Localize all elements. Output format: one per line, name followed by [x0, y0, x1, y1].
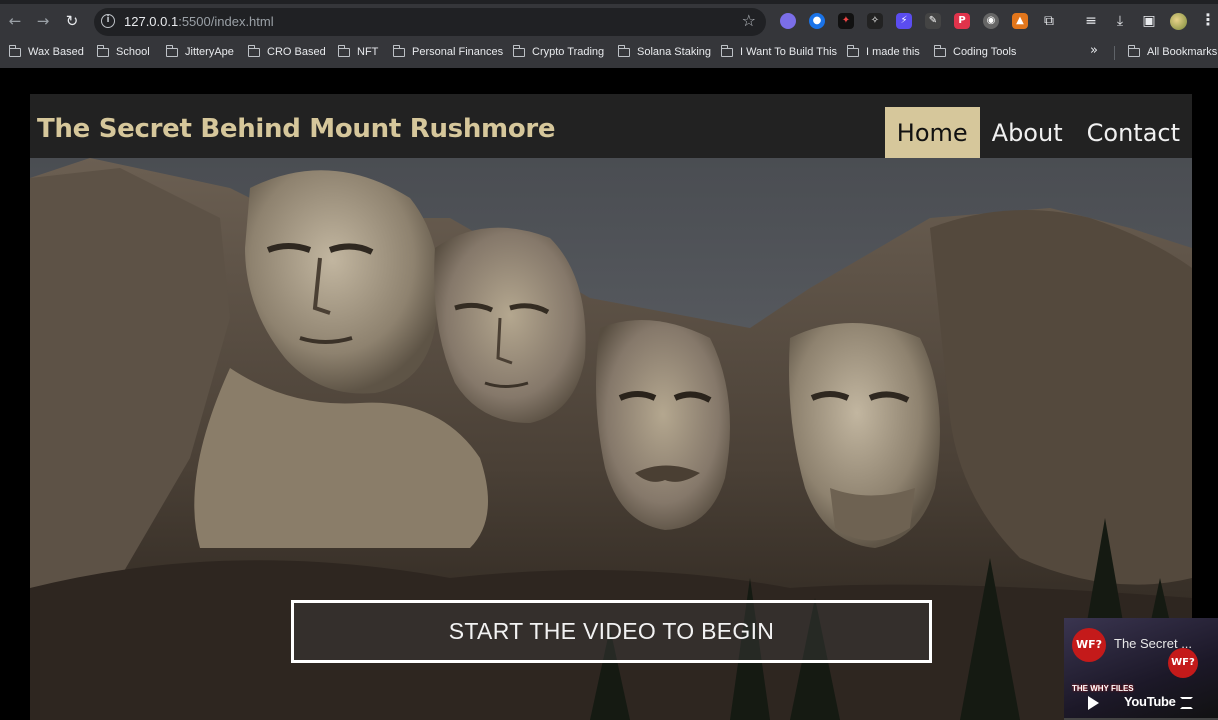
- extensions-puzzle-icon[interactable]: ⧉: [1041, 13, 1057, 29]
- back-icon[interactable]: ←: [2, 8, 28, 34]
- bookmark-label: Wax Based: [28, 46, 84, 58]
- mini-video-player[interactable]: WF? The Secret ... WF? THE WHY FILES You…: [1064, 618, 1218, 720]
- address-bar[interactable]: i 127.0.0.1:5500/index.html ☆: [94, 8, 766, 36]
- extension-2-icon[interactable]: ●: [809, 13, 825, 29]
- profile-avatar[interactable]: [1170, 13, 1187, 30]
- reload-icon[interactable]: ↻: [59, 8, 85, 34]
- site-container: The Secret Behind Mount Rushmore Home Ab…: [30, 94, 1192, 720]
- site-title: The Secret Behind Mount Rushmore: [37, 114, 556, 144]
- folder-icon: [392, 44, 405, 57]
- folder-icon: [337, 44, 350, 57]
- extension-5-icon[interactable]: ⚡: [896, 13, 912, 29]
- folder-icon: [1127, 44, 1140, 57]
- nav-home-link[interactable]: Home: [884, 107, 980, 158]
- bookmark-label: Personal Finances: [412, 46, 504, 58]
- download-icon[interactable]: ⤓: [1112, 13, 1128, 29]
- bookmark-label: School: [116, 46, 150, 58]
- forward-icon[interactable]: →: [30, 8, 56, 34]
- extension-3-icon[interactable]: ✦: [838, 13, 854, 29]
- bookmarks-divider: [1114, 46, 1115, 60]
- bookmark-folder[interactable]: Solana Staking: [617, 44, 711, 60]
- folder-icon: [247, 44, 260, 57]
- bookmark-label: I Want To Build This: [740, 46, 838, 58]
- site-info-icon[interactable]: i: [101, 14, 115, 28]
- video-caption: THE WHY FILES: [1072, 684, 1134, 693]
- extension-1-icon[interactable]: [780, 13, 796, 29]
- side-panel-icon[interactable]: ▣: [1141, 13, 1157, 29]
- bookmark-label: JitteryApe: [185, 46, 234, 58]
- bookmark-label: I made this: [866, 46, 920, 58]
- bookmark-label: Solana Staking: [637, 46, 711, 58]
- url-path: :5500/index.html: [178, 14, 274, 29]
- nav-about-link[interactable]: About: [980, 107, 1075, 158]
- folder-icon: [933, 44, 946, 57]
- bookmark-folder[interactable]: JitteryApe: [165, 44, 234, 60]
- bookmark-folder[interactable]: Wax Based: [8, 44, 84, 60]
- fullscreen-icon[interactable]: [1180, 697, 1193, 709]
- all-bookmarks-folder[interactable]: All Bookmarks: [1127, 44, 1218, 60]
- site-nav: Home About Contact: [884, 107, 1192, 158]
- folder-icon: [512, 44, 525, 57]
- folder-icon: [96, 44, 109, 57]
- play-icon[interactable]: [1088, 696, 1099, 710]
- extension-4-icon[interactable]: ✧: [867, 13, 883, 29]
- bookmarks-bar: Wax Based School JitteryApe CRO Based NF…: [0, 40, 1218, 64]
- bookmark-label: Coding Tools: [953, 46, 1017, 58]
- channel-badge: WF?: [1072, 628, 1106, 662]
- bookmark-folder[interactable]: I Want To Build This: [720, 44, 838, 60]
- reading-list-icon[interactable]: ≡: [1083, 13, 1099, 29]
- url-host: 127.0.0.1: [124, 14, 179, 29]
- bookmark-folder[interactable]: CRO Based: [247, 44, 326, 60]
- metamask-icon[interactable]: ▲: [1012, 13, 1028, 29]
- extension-8-icon[interactable]: ◉: [983, 13, 999, 29]
- bookmark-label: CRO Based: [267, 46, 326, 58]
- extension-7-icon[interactable]: P: [954, 13, 970, 29]
- bookmark-folder[interactable]: Personal Finances: [392, 44, 504, 60]
- bookmark-star-icon[interactable]: ☆: [742, 11, 756, 30]
- start-video-button[interactable]: START THE VIDEO TO BEGIN: [291, 600, 932, 663]
- page-viewport: The Secret Behind Mount Rushmore Home Ab…: [0, 68, 1218, 720]
- folder-icon: [720, 44, 733, 57]
- browser-toolbar: ← → ↻ i 127.0.0.1:5500/index.html ☆ ● ✦ …: [0, 4, 1218, 40]
- browser-menu-icon[interactable]: ⋮: [1200, 10, 1216, 29]
- bookmark-folder[interactable]: Coding Tools: [933, 44, 1017, 60]
- folder-icon: [165, 44, 178, 57]
- bookmark-label: NFT: [357, 46, 379, 58]
- extension-6-icon[interactable]: ✎: [925, 13, 941, 29]
- bookmark-folder[interactable]: I made this: [846, 44, 920, 60]
- folder-icon: [846, 44, 859, 57]
- bookmark-folder[interactable]: School: [96, 44, 150, 60]
- bookmark-folder[interactable]: NFT: [337, 44, 379, 60]
- bookmark-label: Crypto Trading: [532, 46, 605, 58]
- url-text[interactable]: 127.0.0.1:5500/index.html: [124, 14, 274, 29]
- bookmark-folder[interactable]: Crypto Trading: [512, 44, 605, 60]
- browser-chrome: ← → ↻ i 127.0.0.1:5500/index.html ☆ ● ✦ …: [0, 0, 1218, 68]
- folder-icon: [617, 44, 630, 57]
- nav-contact-link[interactable]: Contact: [1075, 107, 1192, 158]
- more-bookmarks-button[interactable]: »: [1090, 43, 1098, 58]
- youtube-logo[interactable]: YouTube: [1124, 694, 1176, 709]
- site-header: The Secret Behind Mount Rushmore Home Ab…: [30, 94, 1192, 158]
- folder-icon: [8, 44, 21, 57]
- channel-badge-secondary: WF?: [1168, 648, 1198, 678]
- bookmark-label: All Bookmarks: [1147, 46, 1218, 58]
